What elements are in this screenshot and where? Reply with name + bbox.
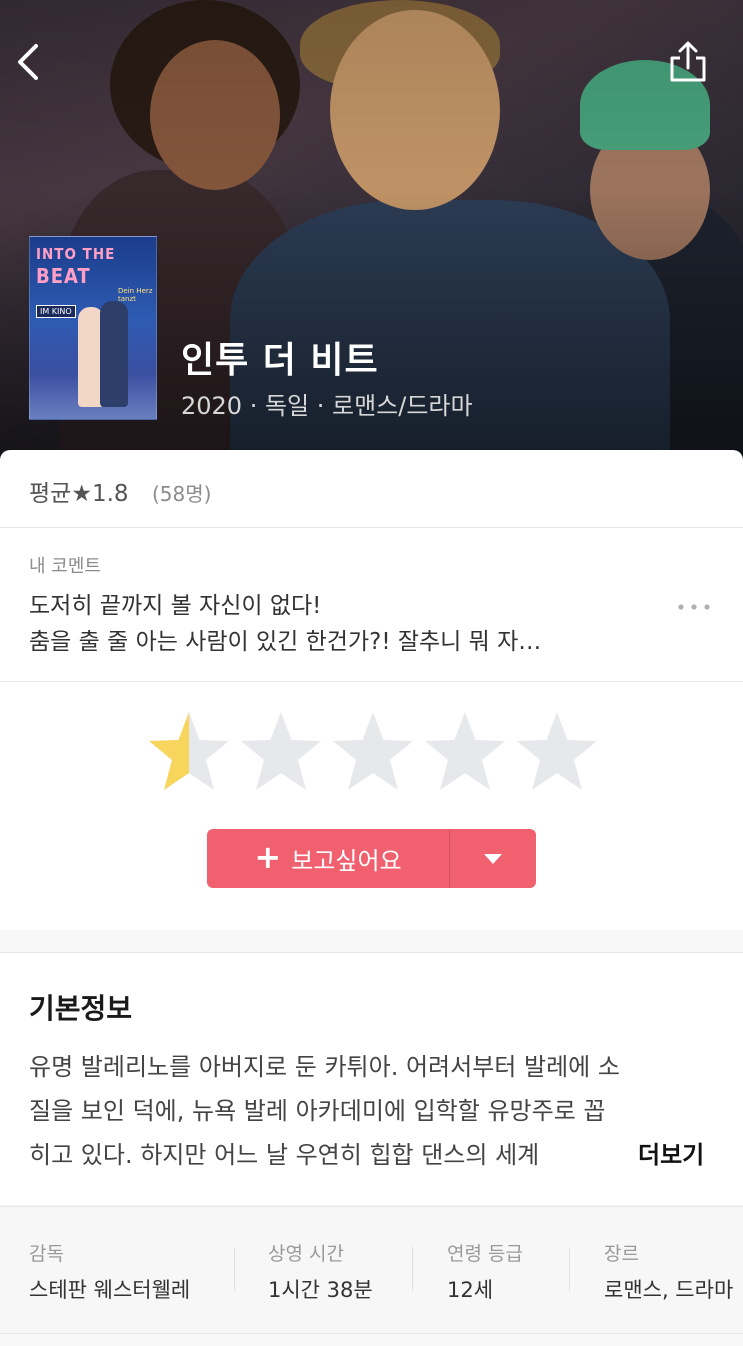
- comment-more-button[interactable]: [676, 598, 712, 610]
- caret-down-icon: [484, 853, 502, 864]
- average-rating-row: 평균★1.8 (58명): [0, 450, 743, 528]
- section-title: 기본정보: [29, 992, 133, 1025]
- fact-runtime: 상영 시간 1시간 38분: [268, 1243, 373, 1302]
- comment-text-line1: 도저히 끝까지 볼 자신이 없다!: [29, 593, 322, 619]
- poster-tag: IM KINO: [36, 305, 76, 318]
- rating-count: (58명): [152, 482, 212, 506]
- fact-age-rating: 연령 등급 12세: [447, 1243, 523, 1302]
- share-button[interactable]: [668, 40, 708, 84]
- star-1-icon[interactable]: [146, 710, 232, 794]
- movie-facts: 감독 스테판 웨스터웰레 상영 시간 1시간 38분 연령 등급 12세 장르 …: [0, 1206, 743, 1334]
- basic-info-section: 기본정보 유명 발레리노를 아버지로 둔 카튀아. 어려서부터 발레에 소 질을…: [0, 952, 743, 1205]
- fact-director: 감독 스테판 웨스터웰레: [29, 1243, 191, 1302]
- hero-backdrop: INTO THE BEAT Dein Herz tanzt IM KINO 인투…: [0, 0, 743, 470]
- rating-card: 평균★1.8 (58명) 내 코멘트 도저히 끝까지 볼 자신이 없다! 춤을 …: [0, 450, 743, 930]
- comment-label: 내 코멘트: [29, 556, 101, 577]
- poster-title: INTO THE BEAT: [36, 245, 116, 288]
- chevron-left-icon: [18, 44, 38, 80]
- wishlist-label: 보고싶어요: [291, 847, 402, 875]
- more-button[interactable]: 더보기: [636, 1135, 705, 1175]
- plus-icon: +: [254, 838, 282, 876]
- fact-genre: 장르 로맨스, 드라마: [604, 1243, 734, 1302]
- my-comment[interactable]: 내 코멘트 도저히 끝까지 볼 자신이 없다! 춤을 출 줄 아는 사람이 있긴…: [0, 528, 743, 682]
- back-button[interactable]: [14, 42, 46, 82]
- movie-title: 인투 더 비트: [181, 340, 379, 381]
- star-3-icon[interactable]: [330, 710, 416, 794]
- comment-text-line2: 춤을 출 줄 아는 사람이 있긴 한건가?! 잘추니 뭐 자…: [29, 629, 542, 655]
- star-5-icon[interactable]: [514, 710, 600, 794]
- star-2-icon[interactable]: [238, 710, 324, 794]
- movie-meta: 2020 · 독일 · 로맨스/드라마: [181, 392, 473, 420]
- poster-subtitle: Dein Herz tanzt: [118, 287, 153, 303]
- wishlist-button[interactable]: + 보고싶어요: [207, 829, 449, 888]
- wishlist-dropdown-button[interactable]: [450, 829, 536, 888]
- share-icon: [670, 41, 706, 82]
- more-horizontal-icon: [678, 604, 710, 610]
- average-rating: 평균★1.8: [29, 481, 129, 507]
- star-rating[interactable]: [146, 710, 600, 794]
- movie-poster: INTO THE BEAT Dein Herz tanzt IM KINO: [29, 236, 157, 420]
- star-4-icon[interactable]: [422, 710, 508, 794]
